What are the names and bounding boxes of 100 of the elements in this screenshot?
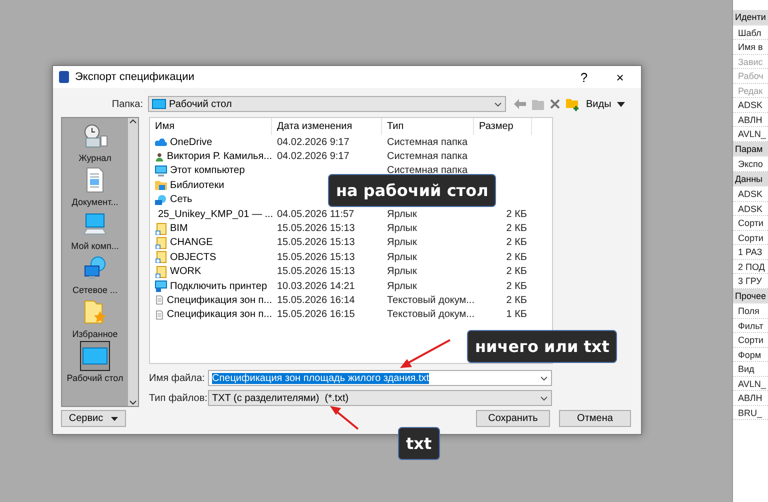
chevron-down-icon [540,376,548,380]
file-name[interactable]: Библиотеки [150,179,272,192]
place-item[interactable]: Журнал [62,121,128,163]
shortcut-icon [155,222,167,235]
property-group[interactable]: Парам [733,142,768,157]
property-row[interactable]: Вид [733,362,768,376]
date-cell: 04.02.2026 9:17 [277,151,350,162]
file-name[interactable]: OBJECTS [150,251,272,264]
file-name-text: Спецификация зон п... [166,309,272,320]
help-button[interactable]: ? [569,70,599,84]
property-row[interactable]: АВЛН [733,391,768,406]
folder-dropdown[interactable]: Рабочий стол [148,96,506,112]
property-row[interactable]: 2 ПОД [733,260,768,274]
place-item[interactable]: Сетевое ... [62,253,128,295]
type-cell: Системная папка [387,165,468,176]
close-button[interactable]: × [605,70,635,84]
back-arrow-icon[interactable] [514,99,526,109]
file-name[interactable]: Сеть [150,194,272,206]
file-type-label: Тип файлов: [149,392,208,404]
cloud-icon [155,136,167,148]
save-button[interactable]: Сохранить [476,410,550,427]
column-header[interactable]: Дата изменения [272,118,382,135]
place-item[interactable]: Мой комп... [62,209,128,251]
desktop-icon [152,99,166,109]
size-cell: 2 КБ [506,252,527,263]
type-cell: Ярлык [387,223,417,234]
property-row[interactable]: АВЛН [733,112,768,127]
property-row[interactable]: Сорти [733,230,768,245]
text-file-icon [155,294,164,306]
callout-label: ничего или txt [467,330,618,363]
size-cell: 2 КБ [506,266,527,278]
cancel-button[interactable]: Отмена [559,410,631,427]
file-name[interactable]: OneDrive [150,136,272,148]
property-row[interactable]: ADSK [733,187,768,202]
file-name-text: Подключить принтер [170,280,268,292]
up-folder-icon[interactable] [532,98,544,110]
type-cell: Системная папка [387,136,468,148]
network-icon [82,255,108,281]
file-name[interactable]: BIM [150,222,272,235]
file-name[interactable]: Виктория Р. Камилья... [150,150,272,163]
file-name[interactable]: Спецификация зон п... [150,294,272,306]
file-name[interactable]: Спецификация зон п... [150,308,272,321]
property-row[interactable]: Форм [733,348,768,362]
arrow [330,406,359,430]
size-cell: 2 КБ [506,294,527,306]
new-folder-icon[interactable] [566,98,580,110]
type-cell: Ярлык [387,208,417,220]
size-cell: 2 КБ [506,208,527,220]
date-cell: 04.02.2026 9:17 [277,136,350,148]
chevron-down-icon [494,102,502,106]
file-name-text: Сеть [170,194,192,206]
date-cell: 15.05.2026 15:13 [277,223,355,234]
file-name-field[interactable]: Спецификация зон площадь жилого здания.txt [208,370,552,386]
file-name[interactable]: Подключить принтер [150,280,272,292]
delete-icon[interactable] [550,99,560,109]
property-row[interactable]: 1 РАЗ [733,245,768,260]
column-header[interactable]: Имя [150,118,272,135]
caret-icon [617,102,626,106]
property-row[interactable]: BRU_ [733,406,768,420]
file-type-dropdown[interactable]: TXT (с разделителями) (*.txt) [208,390,552,406]
place-item[interactable]: Рабочий стол [62,341,128,383]
property-row[interactable]: Фильт [733,318,768,333]
chevron-down-icon [129,398,137,406]
caret-icon [111,416,118,420]
property-row[interactable]: ADSK [733,202,768,216]
property-group[interactable]: Данны [733,172,768,187]
place-item[interactable]: Избранное [62,297,128,339]
property-group[interactable]: Иденти [733,10,768,26]
property-row[interactable]: Шабл [733,26,768,40]
file-name-text: CHANGE [170,237,213,248]
property-group[interactable]: Прочее [733,288,768,304]
file-name-text: Виктория Р. Камилья... [166,151,272,162]
place-item[interactable]: Документ... [62,165,128,207]
date-cell: 15.05.2026 16:15 [277,309,355,320]
file-name-text: Спецификация зон п... [166,294,272,306]
type-cell: Текстовый докум... [387,294,474,306]
scrollbar[interactable] [128,118,138,406]
property-row[interactable]: Имя в [733,40,768,54]
shortcut-icon [155,236,167,249]
file-name[interactable]: WORK [150,266,272,278]
file-name[interactable]: Этот компьютер [150,164,272,177]
user-icon [155,150,164,163]
column-header[interactable]: Тип [382,118,474,135]
tools-button[interactable]: Сервис [61,410,126,427]
shortcut-icon [155,266,167,278]
property-row[interactable]: ADSK [733,98,768,112]
views-dropdown[interactable]: Виды [586,98,626,110]
property-row[interactable]: Сорти [733,216,768,230]
star-folder-icon [82,299,108,325]
date-cell: 15.05.2026 15:13 [277,237,355,248]
file-name-text: OBJECTS [170,252,216,263]
computer-icon [82,211,108,237]
column-header[interactable]: Размер [474,118,532,135]
date-cell: 04.05.2026 11:57 [277,208,354,220]
type-cell: Ярлык [387,266,417,278]
property-row[interactable]: Поля [733,304,768,318]
callout-label: на рабочий стол [328,174,496,207]
property-row[interactable]: Сорти [733,333,768,348]
file-name[interactable]: CHANGE [150,236,272,249]
property-row[interactable]: AVLN_ [733,376,768,391]
